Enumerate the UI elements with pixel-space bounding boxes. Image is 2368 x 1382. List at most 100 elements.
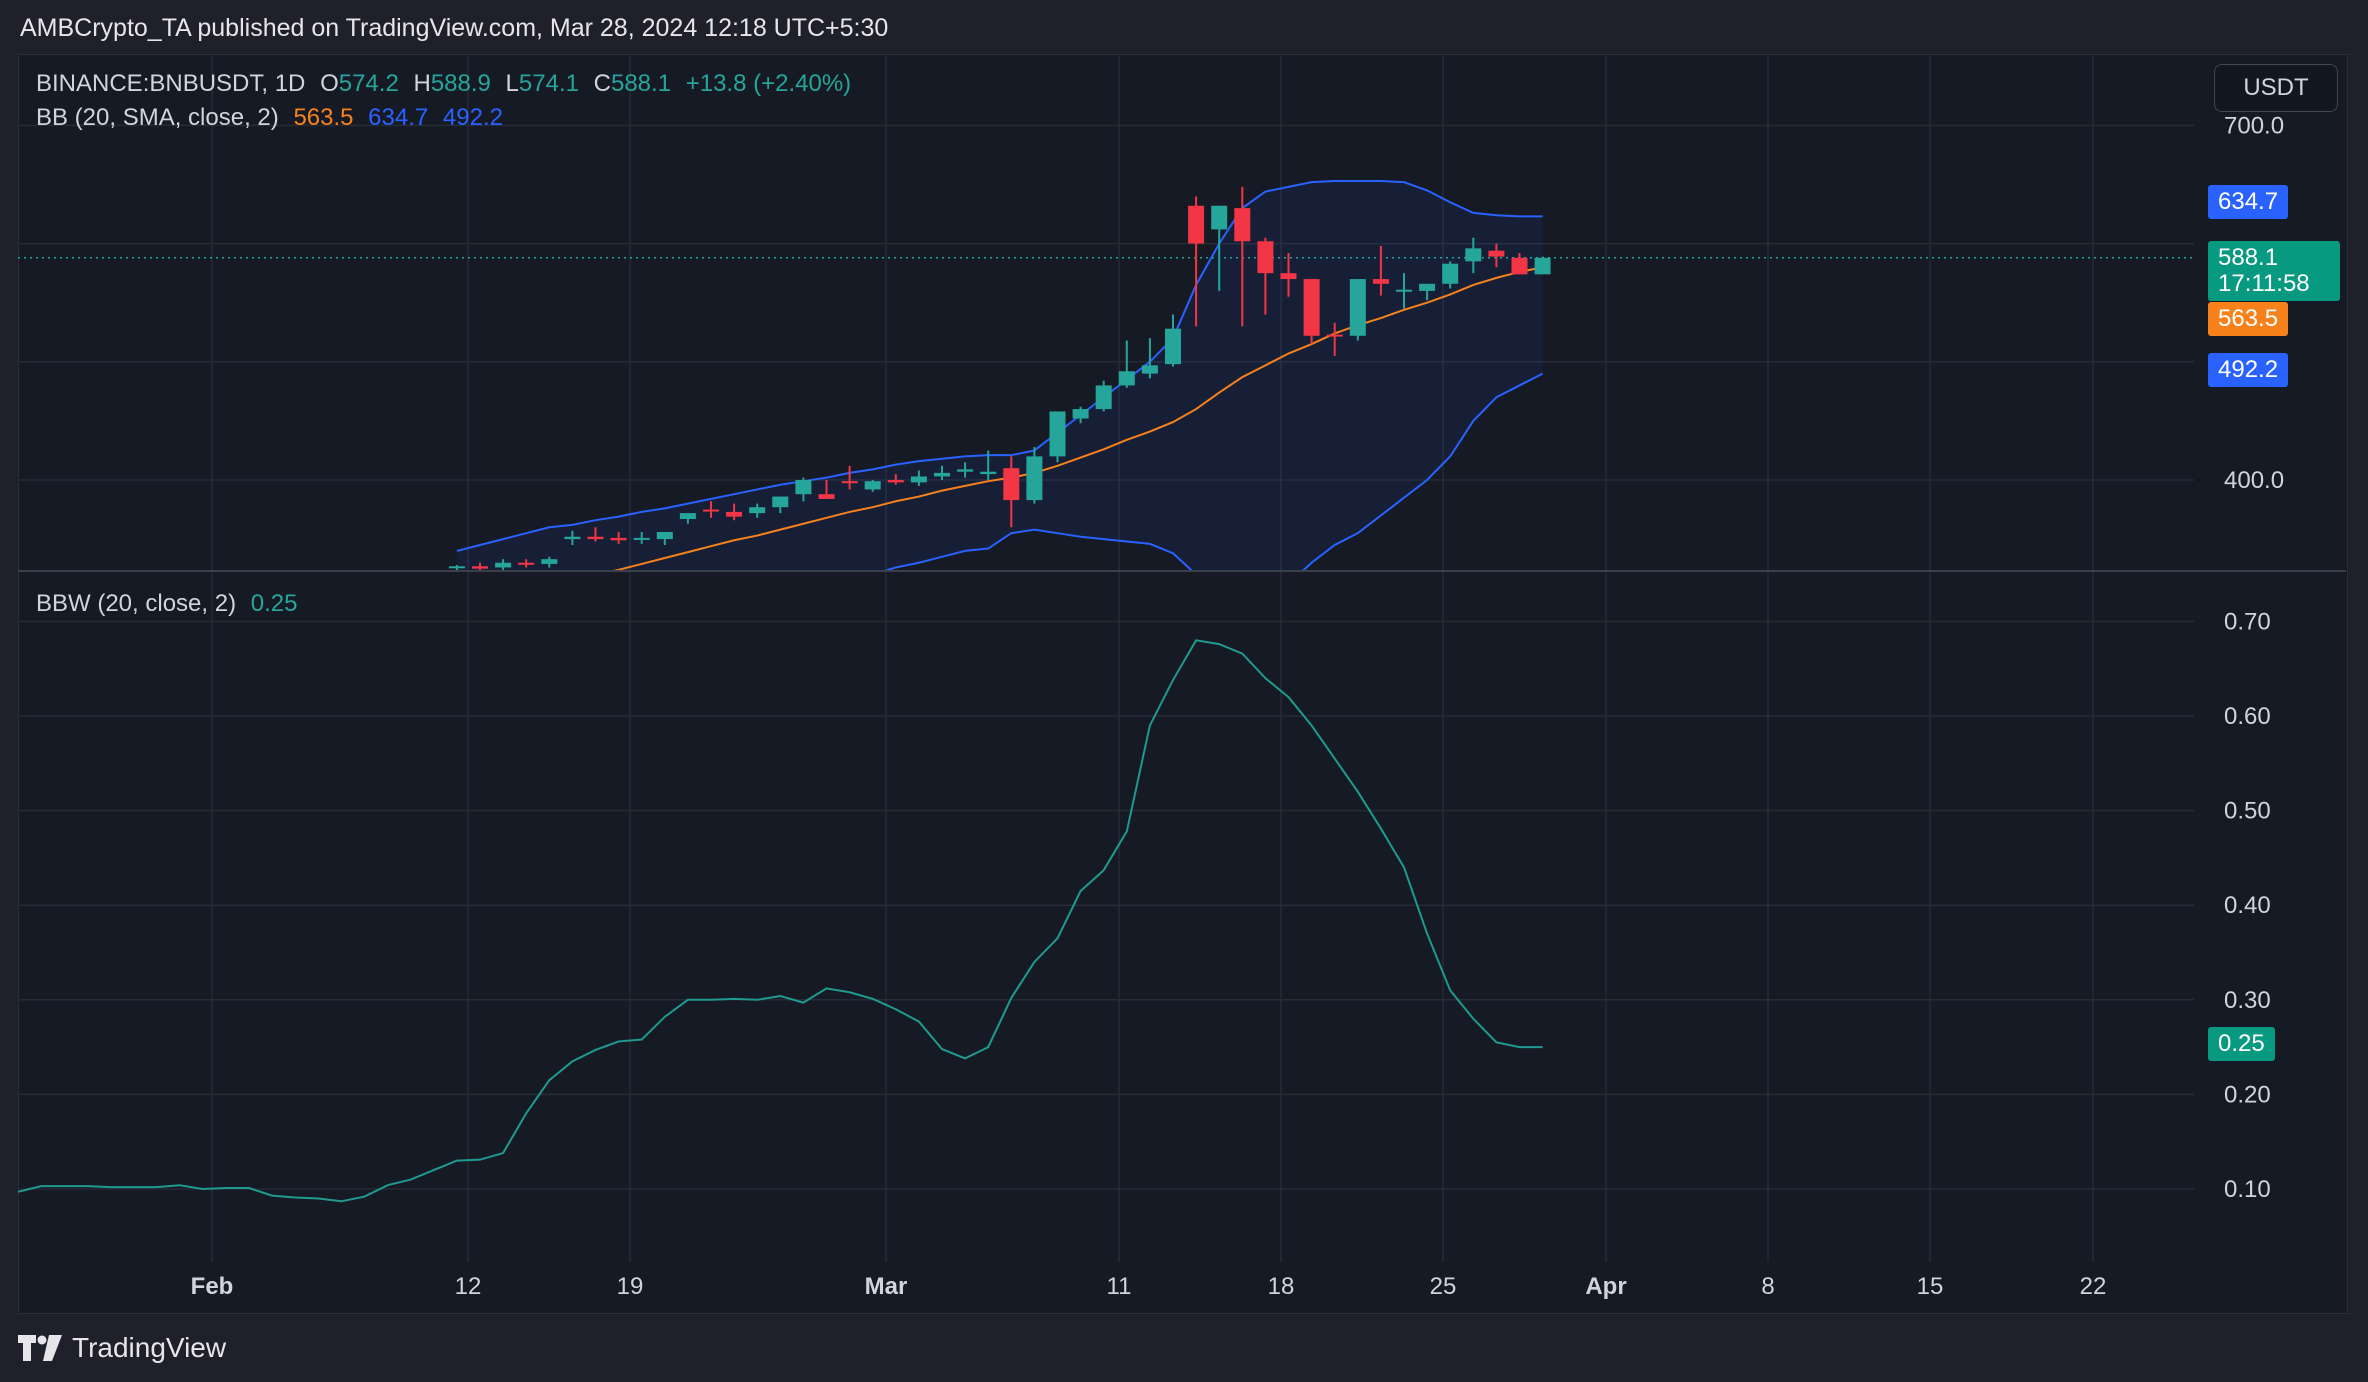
- x-tick-label: 22: [2080, 1273, 2107, 1300]
- candle-body: [1511, 257, 1528, 275]
- x-tick-label: Mar: [865, 1273, 908, 1300]
- x-tick-label: 25: [1430, 1273, 1457, 1300]
- x-tick-label: Apr: [1585, 1273, 1626, 1300]
- candle-body: [1534, 257, 1551, 275]
- candle-body: [541, 559, 558, 564]
- candle-body: [910, 476, 927, 483]
- bbw-value: 0.25: [250, 590, 298, 617]
- bar-countdown: 17:11:58: [2218, 270, 2310, 297]
- candle-body: [1188, 205, 1205, 244]
- candle-body: [772, 496, 789, 508]
- bbw-tick-label: 0.40: [2224, 892, 2271, 919]
- candle-body: [1442, 263, 1459, 284]
- candle-body: [1141, 365, 1158, 374]
- close-label: C: [593, 70, 611, 97]
- last-price: 588.1: [2218, 244, 2279, 271]
- candle-body: [1303, 279, 1320, 336]
- open-label: O: [320, 70, 339, 97]
- tradingview-footer[interactable]: TradingView: [18, 1330, 226, 1366]
- candle-body: [795, 480, 812, 495]
- candle-body: [656, 532, 673, 540]
- bbw-line: [17, 639, 1543, 1203]
- candle-body: [1003, 468, 1020, 501]
- candle-body: [564, 536, 581, 540]
- x-tick-label: 19: [617, 1273, 644, 1300]
- bollinger-band-fill: [456, 180, 1543, 570]
- candle-body: [1072, 409, 1089, 419]
- tradingview-logo-icon: [18, 1335, 62, 1361]
- x-tick-label: 12: [455, 1273, 482, 1300]
- candle-body: [864, 481, 881, 490]
- currency-button[interactable]: USDT: [2214, 64, 2338, 112]
- candle-body: [1349, 279, 1366, 336]
- candle-body: [679, 513, 696, 520]
- bb-legend[interactable]: BB (20, SMA, close, 2) 563.5 634.7 492.2: [36, 104, 511, 132]
- open-value: 574.2: [338, 70, 399, 97]
- x-tick-label: 15: [1917, 1273, 1944, 1300]
- candle-body: [1234, 208, 1251, 242]
- candle-body: [518, 562, 535, 565]
- high-value: 588.9: [430, 70, 491, 97]
- change-value: +13.8 (+2.40%): [685, 70, 852, 97]
- bb-lower-value: 492.2: [442, 104, 503, 131]
- candle-body: [887, 480, 904, 483]
- candle-body: [495, 562, 512, 568]
- bb-basis-price-tag: 563.5: [2208, 302, 2289, 336]
- candle-body: [610, 537, 627, 541]
- chart-canvas[interactable]: Feb 12 19 Mar 11 18 25 Apr 8 15 22 700.0 400.0 0.70 0.…: [0, 0, 2368, 1382]
- candle-body: [1211, 205, 1228, 230]
- bbw-indicator: [17, 639, 1543, 1203]
- bbw-label: BBW (20, close, 2): [36, 590, 237, 617]
- bbw-tick-label: 0.60: [2224, 703, 2271, 730]
- candle-body: [472, 566, 488, 569]
- candle-body: [749, 507, 766, 514]
- candle-body: [703, 509, 719, 512]
- bb-lower-price-tag: 492.2: [2208, 353, 2289, 387]
- bbw-tick-label: 0.20: [2224, 1081, 2271, 1108]
- bbw-tick-label: 0.30: [2224, 987, 2271, 1014]
- candle-body: [1280, 273, 1297, 280]
- candle-body: [1465, 248, 1482, 262]
- candle-body: [1118, 371, 1135, 386]
- bbw-tick-label: 0.10: [2224, 1176, 2271, 1203]
- candle-body: [726, 511, 743, 517]
- candle-body: [1095, 385, 1112, 410]
- candle-body: [1419, 283, 1436, 291]
- low-value: 574.1: [518, 70, 579, 97]
- candle-body: [1165, 328, 1181, 365]
- candle-body: [1026, 456, 1043, 501]
- x-tick-label: 11: [1107, 1273, 1132, 1300]
- candle-body: [1326, 334, 1343, 337]
- bbw-tick-label: 0.50: [2224, 798, 2271, 825]
- main-legend: BINANCE:BNBUSDT, 1D O574.2 H588.9 L574.1…: [36, 70, 859, 98]
- bbw-tick-label: 0.70: [2224, 608, 2271, 635]
- high-label: H: [413, 70, 431, 97]
- symbol-label[interactable]: BINANCE:BNBUSDT, 1D: [36, 70, 305, 97]
- bb-basis-value: 563.5: [293, 104, 354, 131]
- candle-body: [633, 537, 650, 540]
- candle-body: [1396, 289, 1412, 292]
- bb-upper-value: 634.7: [368, 104, 429, 131]
- grid-lines: [18, 56, 2346, 1262]
- bb-upper-price-tag: 634.7: [2208, 185, 2289, 219]
- tradingview-brand: TradingView: [72, 1332, 227, 1363]
- candle-body: [841, 481, 858, 484]
- bbw-legend[interactable]: BBW (20, close, 2) 0.25: [36, 590, 305, 618]
- candle-body: [1049, 411, 1066, 457]
- bbw-price-tag: 0.25: [2208, 1027, 2275, 1061]
- last-price-tag: 588.1 17:11:58: [2208, 241, 2340, 301]
- x-tick-label: 18: [1268, 1273, 1295, 1300]
- candle-body: [980, 471, 997, 475]
- low-label: L: [505, 70, 519, 97]
- candle-body: [1372, 279, 1389, 284]
- close-value: 588.1: [610, 70, 672, 97]
- bollinger-bands: [18, 179, 2194, 570]
- candle-body: [448, 566, 465, 569]
- bb-label: BB (20, SMA, close, 2): [36, 104, 279, 131]
- x-tick-label: Feb: [191, 1273, 234, 1300]
- price-tick-label: 400.0: [2224, 467, 2284, 494]
- candle-body: [818, 494, 835, 499]
- candle-body: [934, 472, 950, 477]
- candle-body: [1257, 241, 1274, 274]
- price-tick-label: 700.0: [2224, 112, 2284, 139]
